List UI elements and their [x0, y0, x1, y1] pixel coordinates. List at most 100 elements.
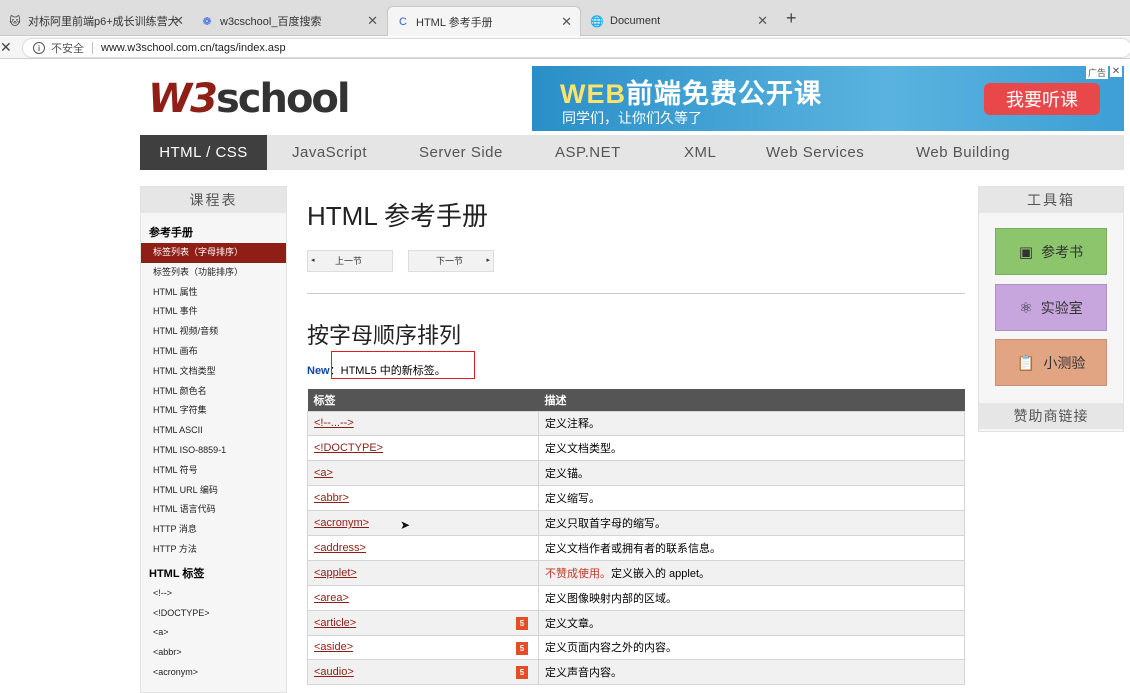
sidebar-item[interactable]: <acronym>: [141, 663, 286, 683]
quiz-label: 小测验: [1043, 354, 1086, 371]
security-label: 不安全: [51, 43, 84, 55]
tag-link[interactable]: <abbr>: [314, 492, 349, 504]
url-input[interactable]: i 不安全 www.w3school.com.cn/tags/index.asp: [22, 38, 1130, 58]
address-bar: ✕ i 不安全 www.w3school.com.cn/tags/index.a…: [0, 37, 1130, 59]
sidebar-item[interactable]: 标签列表（功能排序）: [141, 263, 286, 283]
quiz-button[interactable]: 📋 小测验: [995, 339, 1107, 386]
atom-icon: ⚛: [1019, 299, 1033, 317]
sidebar-item[interactable]: HTML 颜色名: [141, 382, 286, 402]
table-row: <a> 定义锚。: [307, 460, 965, 487]
nav-html-css[interactable]: HTML / CSS: [140, 135, 267, 170]
sidebar-item[interactable]: HTML ASCII: [141, 421, 286, 441]
tag-link[interactable]: <acronym>: [314, 517, 369, 529]
sidebar-item[interactable]: <!-->: [141, 584, 286, 604]
w3school-logo[interactable]: W3school: [148, 76, 351, 122]
sidebar-item[interactable]: HTTP 消息: [141, 520, 286, 540]
sidebar-item[interactable]: <a>: [141, 623, 286, 643]
nav-web-building[interactable]: Web Building: [916, 135, 1010, 170]
close-icon[interactable]: ✕: [561, 14, 572, 30]
close-icon[interactable]: ✕: [367, 13, 378, 29]
tag-link[interactable]: <a>: [314, 467, 333, 479]
sidebar-item[interactable]: HTML 事件: [141, 302, 286, 322]
desc-cell: 定义图像映射内部的区域。: [538, 584, 965, 611]
browser-tab-1[interactable]: 🐱 对标阿里前端p6+成长训练营大... ✕: [0, 6, 192, 36]
deprecated-note: 不赞成使用。: [545, 567, 611, 580]
tag-link[interactable]: <address>: [314, 542, 366, 554]
tag-link[interactable]: <!--...-->: [314, 417, 354, 429]
banner-title: WEB前端免费公开课: [560, 72, 822, 111]
close-icon[interactable]: ✕: [173, 13, 184, 29]
browser-tab-4[interactable]: 🌐 Document ✕: [582, 6, 776, 36]
sidebar-item[interactable]: HTML 字符集: [141, 401, 286, 421]
next-section-button[interactable]: 下一节 ▸: [408, 250, 494, 272]
table-header-tag: 标签: [307, 389, 539, 411]
section-title: 按字母顺序排列: [307, 323, 462, 348]
desc-cell: 定义文章。: [538, 609, 965, 636]
logo-school: school: [215, 76, 351, 122]
sidebar-item[interactable]: HTML 属性: [141, 283, 286, 303]
tag-cell: <audio> 5: [307, 659, 539, 686]
banner-subtitle: 同学们，让你们久等了: [562, 110, 702, 126]
table-header-row: 标签 描述: [307, 389, 965, 411]
reference-book-button[interactable]: ▣ 参考书: [995, 228, 1107, 275]
tag-cell: <applet>: [307, 559, 539, 586]
sidebar-item[interactable]: HTTP 方法: [141, 540, 286, 560]
tag-cell: <abbr>: [307, 485, 539, 512]
close-icon[interactable]: ✕: [757, 13, 768, 29]
tag-link[interactable]: <!DOCTYPE>: [314, 442, 383, 454]
tag-link[interactable]: <aside>: [314, 641, 353, 653]
tag-link[interactable]: <article>: [314, 617, 356, 629]
sidebar-item[interactable]: HTML 视频/音频: [141, 322, 286, 342]
sidebar-item[interactable]: HTML ISO-8859-1: [141, 441, 286, 461]
tab-title: w3cschool_百度搜索: [220, 16, 322, 28]
info-icon[interactable]: i: [33, 42, 45, 54]
sidebar-item[interactable]: HTML 画布: [141, 342, 286, 362]
sponsor-links-title: 赞助商链接: [979, 403, 1123, 429]
desc-text: 定义文档作者或拥有者的联系信息。: [545, 542, 721, 555]
url-text: www.w3school.com.cn/tags/index.asp: [101, 42, 286, 54]
nav-aspnet[interactable]: ASP.NET: [555, 135, 621, 170]
sidebar-item[interactable]: 标签列表（字母排序）: [141, 243, 286, 263]
nav-server-side[interactable]: Server Side: [419, 135, 503, 170]
divider: [92, 42, 93, 54]
table-row: <!--...--> 定义注释。: [307, 410, 965, 437]
stop-loading-icon[interactable]: ✕: [0, 39, 12, 56]
banner-listen-button[interactable]: 我要听课: [984, 83, 1100, 115]
lab-button[interactable]: ⚛ 实验室: [995, 284, 1107, 331]
tag-cell: <!DOCTYPE>: [307, 435, 539, 462]
loading-icon: C: [399, 15, 407, 28]
table-row: <applet> 不赞成使用。定义嵌入的 applet。: [307, 559, 965, 586]
table-row: <area> 定义图像映射内部的区域。: [307, 584, 965, 611]
sidebar-item[interactable]: HTML URL 编码: [141, 481, 286, 501]
sidebar-item[interactable]: HTML 语言代码: [141, 500, 286, 520]
mouse-cursor-icon: ➤: [400, 518, 411, 532]
sidebar-item[interactable]: <abbr>: [141, 643, 286, 663]
nav-web-services[interactable]: Web Services: [766, 135, 864, 170]
desc-text: 定义声音内容。: [545, 667, 622, 680]
html5-badge-icon: 5: [516, 641, 528, 655]
sidebar-item[interactable]: HTML 文档类型: [141, 362, 286, 382]
nav-javascript[interactable]: JavaScript: [292, 135, 367, 170]
new-tab-button[interactable]: +: [786, 8, 797, 29]
browser-tab-2[interactable]: ❁ w3cschool_百度搜索 ✕: [192, 6, 386, 36]
table-header-desc: 描述: [538, 389, 965, 411]
lab-label: 实验室: [1040, 299, 1083, 316]
browser-tab-3-active[interactable]: C HTML 参考手册 ✕: [387, 6, 581, 36]
baidu-paw-icon: ❁: [202, 15, 212, 28]
tag-cell: <acronym>: [307, 510, 539, 536]
tag-link[interactable]: <audio>: [314, 666, 354, 678]
table-row: <address> 定义文档作者或拥有者的联系信息。: [307, 534, 965, 561]
sidebar-item[interactable]: HTML 符号: [141, 461, 286, 481]
prev-section-button[interactable]: ◂ 上一节: [307, 250, 393, 272]
desc-text: 定义文章。: [545, 617, 600, 630]
divider: [307, 293, 965, 294]
tag-link[interactable]: <applet>: [314, 567, 357, 579]
nav-xml[interactable]: XML: [684, 135, 716, 170]
table-row: <article> 5 定义文章。: [307, 609, 965, 636]
desc-cell: 定义只取首字母的缩写。: [538, 510, 965, 536]
sidebar-item[interactable]: <!DOCTYPE>: [141, 604, 286, 624]
desc-text: 定义嵌入的 applet。: [611, 567, 711, 580]
ad-banner[interactable]: WEB前端免费公开课 同学们，让你们久等了 我要听课 广告 ✕: [532, 66, 1124, 131]
close-ad-icon[interactable]: ✕: [1110, 66, 1122, 77]
tag-link[interactable]: <area>: [314, 592, 349, 604]
